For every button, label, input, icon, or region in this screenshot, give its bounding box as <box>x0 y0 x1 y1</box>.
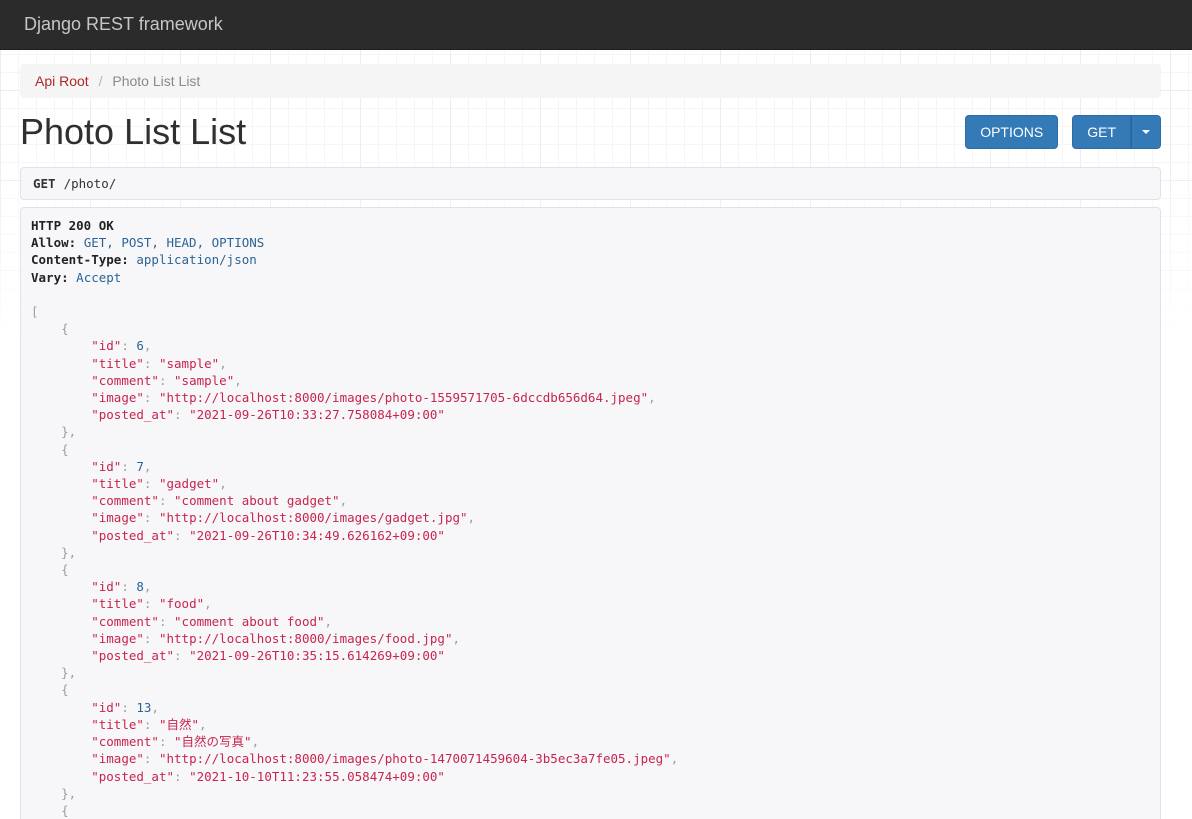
request-method: GET <box>33 176 56 191</box>
get-format-dropdown-button[interactable] <box>1131 115 1161 149</box>
response-panel: HTTP 200 OK Allow: GET, POST, HEAD, OPTI… <box>20 207 1161 819</box>
breadcrumb-link-api-root[interactable]: Api Root <box>35 73 89 89</box>
options-button[interactable]: OPTIONS <box>965 115 1059 149</box>
response-body: HTTP 200 OK Allow: GET, POST, HEAD, OPTI… <box>31 218 679 818</box>
breadcrumb-current: Photo List List <box>112 73 201 89</box>
get-button[interactable]: GET <box>1072 115 1131 149</box>
page-title: Photo List List <box>20 111 247 152</box>
get-split-button: GET <box>1072 115 1161 149</box>
page-header: Photo List List OPTIONS GET <box>20 110 1161 154</box>
request-summary: GET/photo/ <box>20 167 1161 200</box>
breadcrumb-separator: / <box>98 73 103 89</box>
main-container: Api Root / Photo List List Photo List Li… <box>20 64 1161 819</box>
top-navbar: Django REST framework <box>0 0 1192 50</box>
action-buttons: OPTIONS GET <box>965 115 1161 149</box>
caret-down-icon <box>1142 130 1150 134</box>
breadcrumb: Api Root / Photo List List <box>20 64 1161 98</box>
brand-title[interactable]: Django REST framework <box>24 14 223 35</box>
request-path: /photo/ <box>63 176 117 191</box>
